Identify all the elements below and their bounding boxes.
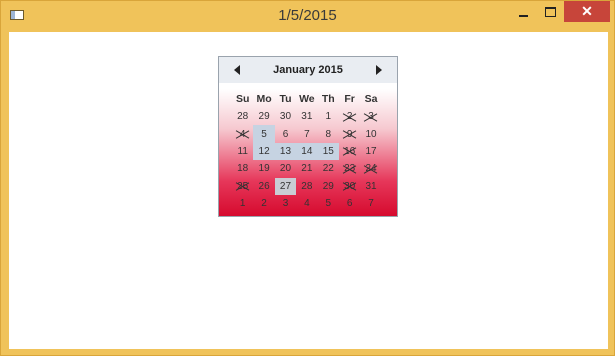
day-cell[interactable]: 31 [296, 108, 317, 125]
week-row: 1 2 3 4 5 6 7 [232, 195, 382, 212]
selected-day-cell[interactable]: 5 [253, 125, 275, 143]
calendar-header: January 2015 [219, 57, 397, 83]
day-cell[interactable]: 28 [296, 178, 317, 195]
blackout-day-cell: 30 [339, 178, 360, 195]
blackout-day-cell: 9 [339, 125, 360, 142]
triangle-right-icon[interactable] [376, 65, 382, 75]
weekday-header-row: Su Mo Tu We Th Fr Sa [232, 90, 382, 108]
day-cell[interactable]: 5 [318, 195, 339, 212]
day-cell[interactable]: 19 [253, 160, 274, 177]
month-title[interactable]: January 2015 [219, 64, 397, 76]
day-cell[interactable]: 30 [275, 108, 296, 125]
calendar-grid: Su Mo Tu We Th Fr Sa 28 29 30 31 1 2 3 4… [232, 90, 382, 212]
selected-day-cell[interactable]: 12 [253, 142, 275, 161]
weekday-label: Su [235, 93, 250, 105]
day-cell[interactable]: 10 [360, 125, 381, 142]
day-cell[interactable]: 7 [360, 195, 381, 212]
blackout-day-cell: 4 [232, 125, 253, 142]
blackout-day-cell: 16 [339, 143, 360, 160]
day-cell[interactable]: 17 [360, 143, 381, 160]
day-cell[interactable]: 4 [296, 195, 317, 212]
day-cell[interactable]: 29 [318, 178, 339, 195]
day-cell[interactable]: 7 [296, 125, 317, 142]
week-row: 28 29 30 31 1 2 3 [232, 108, 382, 125]
blackout-day-cell: 3 [360, 108, 381, 125]
maximize-icon [544, 6, 556, 17]
calendar: January 2015 Su Mo Tu We Th Fr Sa 28 29 … [218, 56, 398, 217]
weekday-label: Tu [279, 93, 292, 105]
day-cell[interactable]: 29 [253, 108, 274, 125]
day-cell[interactable]: 6 [339, 195, 360, 212]
weekday-label: Th [321, 93, 335, 105]
week-row: 4 5 6 7 8 9 10 [232, 125, 382, 143]
selected-day-cell[interactable]: 13 [274, 142, 297, 161]
day-cell[interactable]: 8 [318, 125, 339, 142]
title-bar[interactable]: 1/5/2015 ✕ [1, 1, 614, 32]
weekday-label: We [299, 93, 315, 105]
weekday-label: Mo [256, 93, 272, 105]
minimize-button[interactable] [509, 1, 537, 22]
blackout-day-cell: 23 [339, 160, 360, 177]
week-row: 18 19 20 21 22 23 24 [232, 160, 382, 177]
blackout-day-cell: 25 [232, 178, 253, 195]
blackout-day-cell: 2 [339, 108, 360, 125]
day-cell[interactable]: 2 [253, 195, 274, 212]
app-window: 1/5/2015 ✕ January 2015 Su Mo Tu We Th F… [0, 0, 615, 356]
selected-day-cell[interactable]: 14 [296, 142, 318, 161]
day-cell[interactable]: 3 [275, 195, 296, 212]
weekday-label: Sa [364, 93, 378, 105]
weekday-label: Fr [344, 93, 355, 105]
day-cell[interactable]: 28 [232, 108, 253, 125]
minimize-icon [518, 14, 528, 17]
day-cell[interactable]: 31 [360, 178, 381, 195]
blackout-day-cell: 24 [360, 160, 381, 177]
day-cell[interactable]: 22 [318, 160, 339, 177]
day-cell[interactable]: 11 [232, 143, 253, 160]
day-cell[interactable]: 6 [275, 125, 296, 142]
day-cell[interactable]: 20 [275, 160, 296, 177]
day-cell[interactable]: 1 [232, 195, 253, 212]
day-cell[interactable]: 1 [318, 108, 339, 125]
today-day-cell[interactable]: 27 [274, 177, 297, 195]
week-row: 25 26 27 28 29 30 31 [232, 177, 382, 195]
selected-day-cell[interactable]: 15 [317, 142, 339, 161]
day-cell[interactable]: 18 [232, 160, 253, 177]
day-cell[interactable]: 26 [253, 178, 274, 195]
maximize-button[interactable] [536, 1, 564, 22]
close-icon: ✕ [581, 3, 593, 19]
client-area: January 2015 Su Mo Tu We Th Fr Sa 28 29 … [9, 32, 608, 349]
close-button[interactable]: ✕ [564, 1, 610, 22]
day-cell[interactable]: 21 [296, 160, 317, 177]
week-row: 11 12 13 14 15 16 17 [232, 142, 382, 161]
